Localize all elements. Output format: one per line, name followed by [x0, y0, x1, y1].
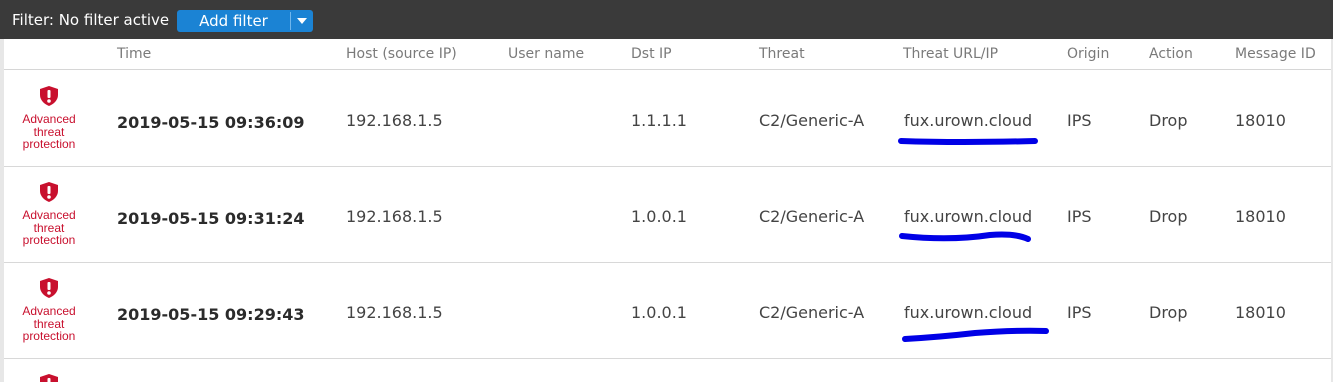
- cell-origin: IPS: [1067, 111, 1092, 130]
- column-header-threat[interactable]: Threat: [759, 46, 805, 62]
- shield-exclamation-icon: [40, 182, 58, 202]
- table-row[interactable]: Advanced threat protection 2019-05-15 09…: [4, 71, 1331, 167]
- cell-host: 192.168.1.5: [346, 207, 443, 226]
- filter-bar: Filter: No filter active Add filter: [0, 0, 1333, 39]
- cell-dst-ip: 1.0.0.1: [631, 207, 687, 226]
- cell-action: Drop: [1149, 303, 1188, 322]
- column-header-time[interactable]: Time: [117, 46, 151, 62]
- cell-time: 2019-05-15 09:36:09: [117, 113, 305, 132]
- cell-threat: C2/Generic-A: [759, 303, 865, 322]
- filter-status-label: Filter: No filter active: [12, 11, 170, 29]
- cell-action: Drop: [1149, 207, 1188, 226]
- shield-exclamation-icon: [40, 278, 58, 298]
- shield-exclamation-icon: [40, 374, 58, 382]
- threat-category-label: Advanced threat protection: [16, 209, 82, 247]
- cell-origin: IPS: [1067, 207, 1092, 226]
- table-header: Time Host (source IP) User name Dst IP T…: [4, 39, 1331, 70]
- column-header-dst-ip[interactable]: Dst IP: [631, 46, 672, 62]
- cell-message-id: 18010: [1235, 111, 1286, 130]
- column-header-user[interactable]: User name: [508, 46, 584, 62]
- cell-host: 192.168.1.5: [346, 303, 443, 322]
- cell-message-id: 18010: [1235, 207, 1286, 226]
- cell-time: 2019-05-15 09:31:24: [117, 209, 305, 228]
- column-header-origin[interactable]: Origin: [1067, 46, 1109, 62]
- cell-message-id: 18010: [1235, 303, 1286, 322]
- cell-origin: IPS: [1067, 303, 1092, 322]
- table-row[interactable]: Advanced threat protection 2019-05-15 09…: [4, 263, 1331, 359]
- cell-dst-ip: 1.1.1.1: [631, 111, 687, 130]
- cell-host: 192.168.1.5: [346, 111, 443, 130]
- column-header-threat-url[interactable]: Threat URL/IP: [903, 46, 998, 62]
- add-filter-button[interactable]: Add filter: [177, 10, 313, 32]
- cell-dst-ip: 1.0.0.1: [631, 303, 687, 322]
- column-header-action[interactable]: Action: [1149, 46, 1193, 62]
- threat-category-label: Advanced threat protection: [16, 113, 82, 151]
- cell-threat: C2/Generic-A: [759, 207, 865, 226]
- threat-category-badge: Advanced threat protection: [16, 277, 82, 343]
- add-filter-label[interactable]: Add filter: [177, 10, 290, 32]
- threat-category-badge: Advanced threat protection: [16, 181, 82, 247]
- threat-category-label: Advanced threat protection: [16, 305, 82, 343]
- cell-threat-url: fux.urown.cloud: [904, 111, 1033, 130]
- add-filter-divider: [290, 12, 291, 30]
- category-line: protection: [22, 233, 76, 247]
- caret-down-icon[interactable]: [295, 16, 309, 26]
- cell-time: 2019-05-15 09:29:43: [117, 305, 305, 324]
- cell-threat-url: fux.urown.cloud: [904, 303, 1033, 322]
- shield-exclamation-icon: [40, 86, 58, 106]
- column-header-host[interactable]: Host (source IP): [346, 46, 457, 62]
- table-row[interactable]: Advanced threat protection 2019-05-15 09…: [4, 167, 1331, 263]
- category-line: protection: [22, 329, 76, 343]
- threat-category-badge: Advanced threat protection: [16, 85, 82, 151]
- cell-action: Drop: [1149, 111, 1188, 130]
- cell-threat-url: fux.urown.cloud: [904, 207, 1033, 226]
- cell-threat: C2/Generic-A: [759, 111, 865, 130]
- table-row-partial[interactable]: [4, 359, 1331, 382]
- column-header-message-id[interactable]: Message ID: [1235, 46, 1316, 62]
- category-line: protection: [22, 137, 76, 151]
